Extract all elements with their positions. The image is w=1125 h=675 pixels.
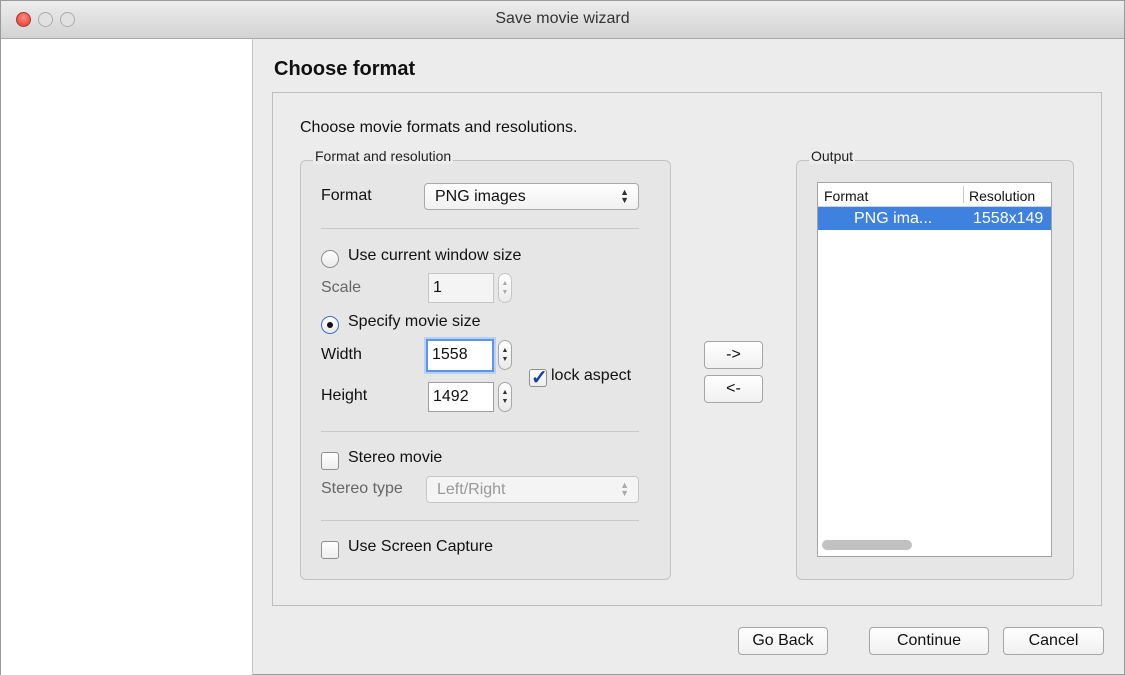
column-divider [963, 186, 964, 203]
lock-aspect-label: lock aspect [551, 367, 632, 384]
cancel-button[interactable]: Cancel [1003, 627, 1104, 655]
width-input[interactable]: 1558 [426, 339, 494, 372]
scale-input[interactable]: 1 [428, 273, 494, 303]
wizard-side-pane [1, 39, 253, 675]
intro-text: Choose movie formats and resolutions. [300, 119, 578, 136]
remove-output-button[interactable]: <- [704, 375, 763, 403]
output-group-title: Output [809, 148, 856, 164]
go-back-button[interactable]: Go Back [738, 627, 828, 655]
separator [321, 520, 639, 521]
format-select[interactable]: PNG images ▲ ▼ [424, 183, 639, 210]
output-row-resolution: 1558x149 [973, 210, 1044, 227]
height-label: Height [321, 387, 368, 404]
specify-movie-size-radio[interactable] [321, 316, 339, 334]
continue-button[interactable]: Continue [869, 627, 989, 655]
format-select-value: PNG images [435, 188, 526, 205]
use-current-window-size-label: Use current window size [348, 247, 522, 264]
specify-movie-size-label: Specify movie size [348, 313, 481, 330]
output-list[interactable]: Format Resolution PNG ima... 1558x149 [817, 182, 1052, 557]
lock-aspect-checkbox[interactable] [529, 365, 548, 390]
width-stepper[interactable]: ▲ ▼ [498, 340, 512, 370]
column-header-format[interactable]: Format [824, 188, 868, 204]
stereo-type-select-value: Left/Right [437, 481, 506, 498]
scale-label: Scale [321, 279, 362, 296]
scale-stepper[interactable]: ▲ ▼ [498, 273, 512, 303]
height-input[interactable]: 1492 [428, 382, 494, 412]
window-title: Save movie wizard [495, 10, 630, 27]
height-stepper[interactable]: ▲ ▼ [498, 382, 512, 412]
use-current-window-size-radio[interactable] [321, 250, 339, 268]
select-arrows-icon: ▲ ▼ [620, 187, 629, 205]
separator [321, 228, 639, 229]
select-arrows-icon: ▲ ▼ [620, 480, 629, 498]
separator [321, 431, 639, 432]
title-bar: Save movie wizard [1, 1, 1124, 39]
stereo-movie-label: Stereo movie [348, 449, 443, 466]
use-screen-capture-checkbox[interactable] [321, 541, 339, 559]
horizontal-scrollbar[interactable] [822, 540, 912, 550]
output-list-header: Format Resolution [818, 183, 1051, 207]
output-row-format: PNG ima... [854, 210, 933, 227]
format-label: Format [321, 187, 372, 204]
format-resolution-group-title: Format and resolution [313, 148, 454, 164]
page-title: Choose format [274, 58, 416, 80]
column-header-resolution[interactable]: Resolution [969, 188, 1035, 204]
use-screen-capture-label: Use Screen Capture [348, 538, 493, 555]
stereo-type-select[interactable]: Left/Right ▲ ▼ [426, 476, 639, 503]
width-label: Width [321, 346, 362, 363]
add-output-button[interactable]: -> [704, 341, 763, 369]
output-list-row[interactable]: PNG ima... 1558x149 [818, 207, 1051, 230]
stereo-movie-checkbox[interactable] [321, 452, 339, 470]
stereo-type-label: Stereo type [321, 480, 403, 497]
save-movie-wizard-window: Save movie wizard Choose format Choose m… [0, 0, 1125, 675]
